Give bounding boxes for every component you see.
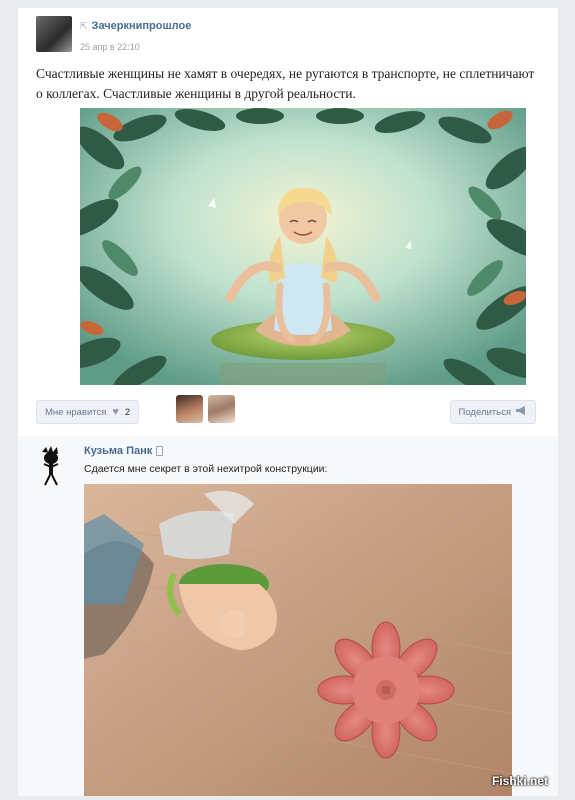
author-line: ⇱ Зачеркнипрошлое [80,20,191,32]
comment: Кузьма Панк Сдается мне секрет в этой не… [18,436,558,796]
mobile-phone-icon [156,446,164,456]
post-illustration[interactable] [80,108,526,385]
share-button[interactable]: Поделиться [449,400,536,424]
comment-photo[interactable] [84,484,512,796]
liker-avatar[interactable] [208,395,235,423]
megaphone-icon [516,406,527,418]
post-text: Счастливые женщины не хамят в очередях, … [36,66,535,101]
repost-icon: ⇱ [80,20,88,31]
illustration-art [80,108,526,385]
liker-avatar[interactable] [176,395,203,423]
like-count: 2 [124,406,131,418]
author-name[interactable]: Зачеркнипрошлое [92,20,192,32]
wall-post: ⇱ Зачеркнипрошлое 25 апр в 22:10 Счастли… [18,8,558,436]
commenter-avatar[interactable] [34,446,68,486]
photo-art [84,484,512,796]
heart-icon: ♥ [112,406,119,418]
post-date[interactable]: 25 апр в 22:10 [80,42,140,52]
watermark: Fishki.net [491,774,548,788]
like-button[interactable]: Мне нравится ♥ 2 [36,400,140,424]
comment-author[interactable]: Кузьма Панк [84,445,152,457]
post-actions: Мне нравится ♥ 2 Поделиться [36,394,536,428]
author-avatar[interactable] [36,16,72,52]
comment-text: Сдается мне секрет в этой нехитрой конст… [84,463,328,475]
like-label: Мне нравится [45,406,107,418]
share-label: Поделиться [458,406,511,418]
comment-author-line: Кузьма Панк [84,445,164,457]
